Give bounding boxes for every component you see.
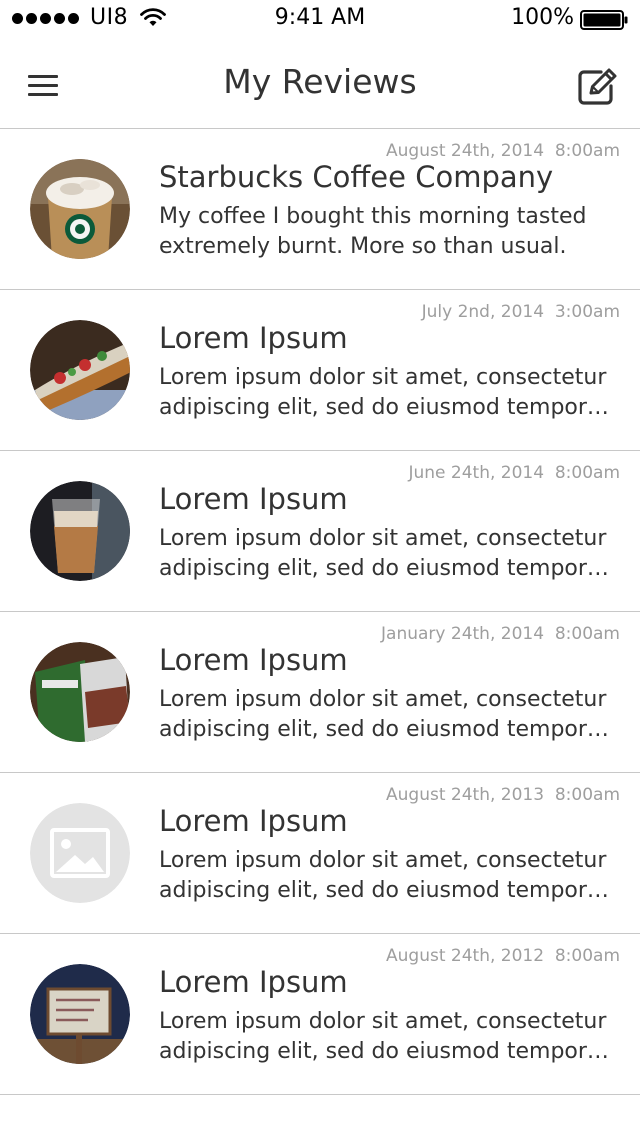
review-item[interactable]: August 24th, 2014 8:00am Starbucks Coffe… <box>0 129 640 290</box>
review-date: January 24th, 2014 8:00am <box>381 624 620 644</box>
review-text: Lorem ipsum dolor sit amet, consectetur … <box>159 1009 609 1064</box>
review-business-name: Lorem Ipsum <box>159 482 348 516</box>
review-business-name: Lorem Ipsum <box>159 643 348 677</box>
review-date: August 24th, 2014 8:00am <box>386 141 620 161</box>
starbucks-coffee-thumbnail <box>30 159 130 259</box>
review-item[interactable]: August 24th, 2012 8:00am Lorem Ipsum Lor… <box>0 934 640 1095</box>
review-text: Lorem ipsum dolor sit amet, consectetur … <box>159 687 609 742</box>
review-text: My coffee I bought this morning tasted e… <box>159 204 587 259</box>
compose-icon[interactable] <box>576 66 620 106</box>
review-date: June 24th, 2014 8:00am <box>408 463 620 483</box>
status-bar: UI8 9:41 AM 100% <box>0 0 640 40</box>
review-item[interactable]: June 24th, 2014 8:00am Lorem Ipsum Lorem… <box>0 451 640 612</box>
review-item[interactable]: August 24th, 2013 8:00am Lorem Ipsum Lor… <box>0 773 640 934</box>
battery-percentage: 100% <box>511 5 574 30</box>
review-business-name: Starbucks Coffee Company <box>159 160 554 194</box>
review-business-name: Lorem Ipsum <box>159 321 348 355</box>
navigation-bar: My Reviews <box>0 40 640 129</box>
review-item[interactable]: July 2nd, 2014 3:00am Lorem Ipsum Lorem … <box>0 290 640 451</box>
review-text: Lorem ipsum dolor sit amet, consectetur … <box>159 526 609 581</box>
review-text: Lorem ipsum dolor sit amet, consectetur … <box>159 365 609 420</box>
review-text: Lorem ipsum dolor sit amet, consectetur … <box>159 848 609 903</box>
review-date: August 24th, 2012 8:00am <box>386 946 620 966</box>
review-list: August 24th, 2014 8:00am Starbucks Coffe… <box>0 129 640 1095</box>
game-boxes-thumbnail <box>30 642 130 742</box>
page-title: My Reviews <box>223 62 417 101</box>
review-business-name: Lorem Ipsum <box>159 804 348 838</box>
food-thumbnail <box>30 320 130 420</box>
review-date: August 24th, 2013 8:00am <box>386 785 620 805</box>
street-sign-thumbnail <box>30 964 130 1064</box>
iced-drink-thumbnail <box>30 481 130 581</box>
review-business-name: Lorem Ipsum <box>159 965 348 999</box>
review-date: July 2nd, 2014 3:00am <box>421 302 620 322</box>
battery-icon <box>580 10 628 30</box>
image-placeholder-icon <box>30 803 130 903</box>
review-item[interactable]: January 24th, 2014 8:00am Lorem Ipsum Lo… <box>0 612 640 773</box>
